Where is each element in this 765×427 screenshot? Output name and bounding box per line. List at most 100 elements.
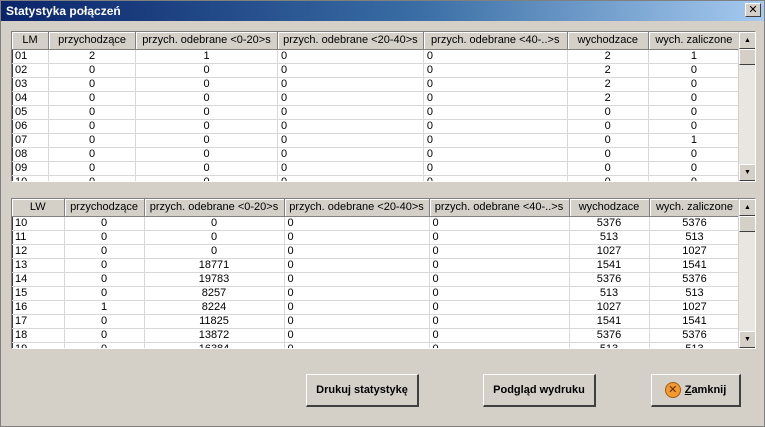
top-col-header-4[interactable]: przych. odebrane <40-..>s [423, 32, 568, 50]
table-cell: 03 [12, 77, 49, 92]
table-cell: 0 [144, 230, 285, 245]
table-row[interactable]: 18 0 13872 0 0 5376 5376 [12, 328, 741, 343]
top-col-header-5[interactable]: wychodzace [567, 32, 649, 50]
table-cell: 01 [12, 49, 49, 64]
table-cell: 0 [48, 105, 137, 120]
table-cell: 1 [64, 300, 145, 315]
table-cell: 11 [12, 230, 65, 245]
table-cell: 0 [423, 119, 568, 134]
table-row[interactable]: 10 0 0 0 0 0 0 [12, 175, 741, 181]
table-row[interactable]: 04 0 0 0 0 2 0 [12, 91, 741, 106]
table-row[interactable]: 14 0 19783 0 0 5376 5376 [12, 272, 741, 287]
table-row[interactable]: 06 0 0 0 0 0 0 [12, 119, 741, 134]
bottom-col-header-6[interactable]: wych. zaliczone [649, 199, 741, 217]
table-row[interactable]: 16 1 8224 0 0 1027 1027 [12, 300, 741, 315]
scroll-up-arrow-icon[interactable]: ▲ [739, 199, 755, 216]
table-cell: 18 [12, 328, 65, 343]
table-row[interactable]: 07 0 0 0 0 0 1 [12, 133, 741, 148]
table-cell: 07 [12, 133, 49, 148]
table-cell: 0 [567, 105, 649, 120]
bottom-stats-table: LW przychodzące przych. odebrane <0-20>s pr… [12, 199, 741, 348]
bottom-col-header-2[interactable]: przych. odebrane <0-20>s [144, 199, 285, 217]
table-cell: 11825 [144, 314, 285, 329]
table-cell: 0 [135, 147, 278, 162]
table-cell: 04 [12, 91, 49, 106]
table-cell: 2 [567, 63, 649, 78]
top-grid-scrollbar[interactable]: ▲ ▼ [738, 32, 755, 181]
table-row[interactable]: 05 0 0 0 0 0 0 [12, 105, 741, 120]
scroll-up-arrow-icon[interactable]: ▲ [739, 32, 755, 49]
table-row[interactable]: 08 0 0 0 0 0 0 [12, 147, 741, 162]
top-col-header-6[interactable]: wych. zaliczone [648, 32, 741, 50]
close-label-rest: amknij [691, 384, 727, 396]
table-cell: 513 [649, 286, 741, 301]
close-window-button[interactable]: ✕ [745, 3, 761, 17]
table-cell: 0 [277, 147, 424, 162]
table-cell: 09 [12, 161, 49, 176]
table-cell: 2 [48, 49, 137, 64]
scroll-down-arrow-icon[interactable]: ▼ [739, 164, 755, 181]
bottom-col-header-0[interactable]: LW [12, 199, 65, 217]
table-row[interactable]: 01 2 1 0 0 2 1 [12, 49, 741, 64]
table-cell: 1027 [569, 244, 650, 259]
table-row[interactable]: 02 0 0 0 0 2 0 [12, 63, 741, 78]
table-row[interactable]: 09 0 0 0 0 0 0 [12, 161, 741, 176]
table-row[interactable]: 03 0 0 0 0 2 0 [12, 77, 741, 92]
table-row[interactable]: 17 0 11825 0 0 1541 1541 [12, 314, 741, 329]
top-stats-grid[interactable]: LM przychodzące przych. odebrane <0-20>s pr… [11, 31, 756, 182]
top-col-header-1[interactable]: przychodzące [48, 32, 137, 50]
table-row[interactable]: 11 0 0 0 0 513 513 [12, 230, 741, 245]
table-row[interactable]: 19 0 16384 0 0 513 513 [12, 342, 741, 348]
print-statistics-button[interactable]: Drukuj statystykę [306, 374, 419, 407]
table-row[interactable]: 13 0 18771 0 0 1541 1541 [12, 258, 741, 273]
table-cell: 0 [648, 105, 741, 120]
table-cell: 0 [277, 105, 424, 120]
table-cell: 0 [429, 300, 570, 315]
print-preview-button[interactable]: Podgląd wydruku [483, 374, 596, 407]
table-cell: 0 [135, 91, 278, 106]
bottom-col-header-4[interactable]: przych. odebrane <40-..>s [429, 199, 570, 217]
top-col-header-3[interactable]: przych. odebrane <20-40>s [277, 32, 424, 50]
table-cell: 5376 [569, 272, 650, 287]
bottom-stats-grid[interactable]: LW przychodzące przych. odebrane <0-20>s pr… [11, 198, 756, 349]
table-cell: 0 [648, 63, 741, 78]
table-cell: 1541 [569, 314, 650, 329]
table-cell: 2 [567, 91, 649, 106]
table-cell: 0 [64, 216, 145, 231]
table-cell: 0 [648, 161, 741, 176]
table-cell: 1 [648, 133, 741, 148]
table-cell: 0 [144, 216, 285, 231]
table-cell: 5376 [649, 328, 741, 343]
table-cell: 0 [64, 328, 145, 343]
bottom-grid-scrollbar[interactable]: ▲ ▼ [738, 199, 755, 348]
top-col-header-2[interactable]: przych. odebrane <0-20>s [135, 32, 278, 50]
table-cell: 1027 [649, 300, 741, 315]
table-cell: 1541 [649, 314, 741, 329]
table-cell: 08 [12, 147, 49, 162]
bottom-col-header-3[interactable]: przych. odebrane <20-40>s [284, 199, 430, 217]
table-cell: 0 [64, 244, 145, 259]
table-cell: 0 [284, 272, 430, 287]
bottom-col-header-5[interactable]: wychodzace [569, 199, 650, 217]
table-cell: 0 [64, 314, 145, 329]
table-cell: 0 [567, 133, 649, 148]
table-cell: 10 [12, 175, 49, 181]
table-row[interactable]: 15 0 8257 0 0 513 513 [12, 286, 741, 301]
table-cell: 0 [135, 161, 278, 176]
scroll-thumb[interactable] [739, 49, 755, 65]
table-cell: 06 [12, 119, 49, 134]
table-cell: 12 [12, 244, 65, 259]
table-cell: 0 [648, 91, 741, 106]
bottom-col-header-1[interactable]: przychodzące [64, 199, 145, 217]
table-cell: 0 [423, 49, 568, 64]
table-cell: 0 [423, 63, 568, 78]
scroll-down-arrow-icon[interactable]: ▼ [739, 331, 755, 348]
print-preview-label: Podgląd wydruku [493, 384, 585, 396]
table-cell: 0 [64, 286, 145, 301]
close-button[interactable]: ✕ Zamknij [651, 374, 741, 407]
table-row[interactable]: 12 0 0 0 0 1027 1027 [12, 244, 741, 259]
top-col-header-0[interactable]: LM [12, 32, 49, 50]
table-cell: 5376 [649, 272, 741, 287]
table-row[interactable]: 10 0 0 0 0 5376 5376 [12, 216, 741, 231]
scroll-thumb[interactable] [739, 216, 755, 232]
